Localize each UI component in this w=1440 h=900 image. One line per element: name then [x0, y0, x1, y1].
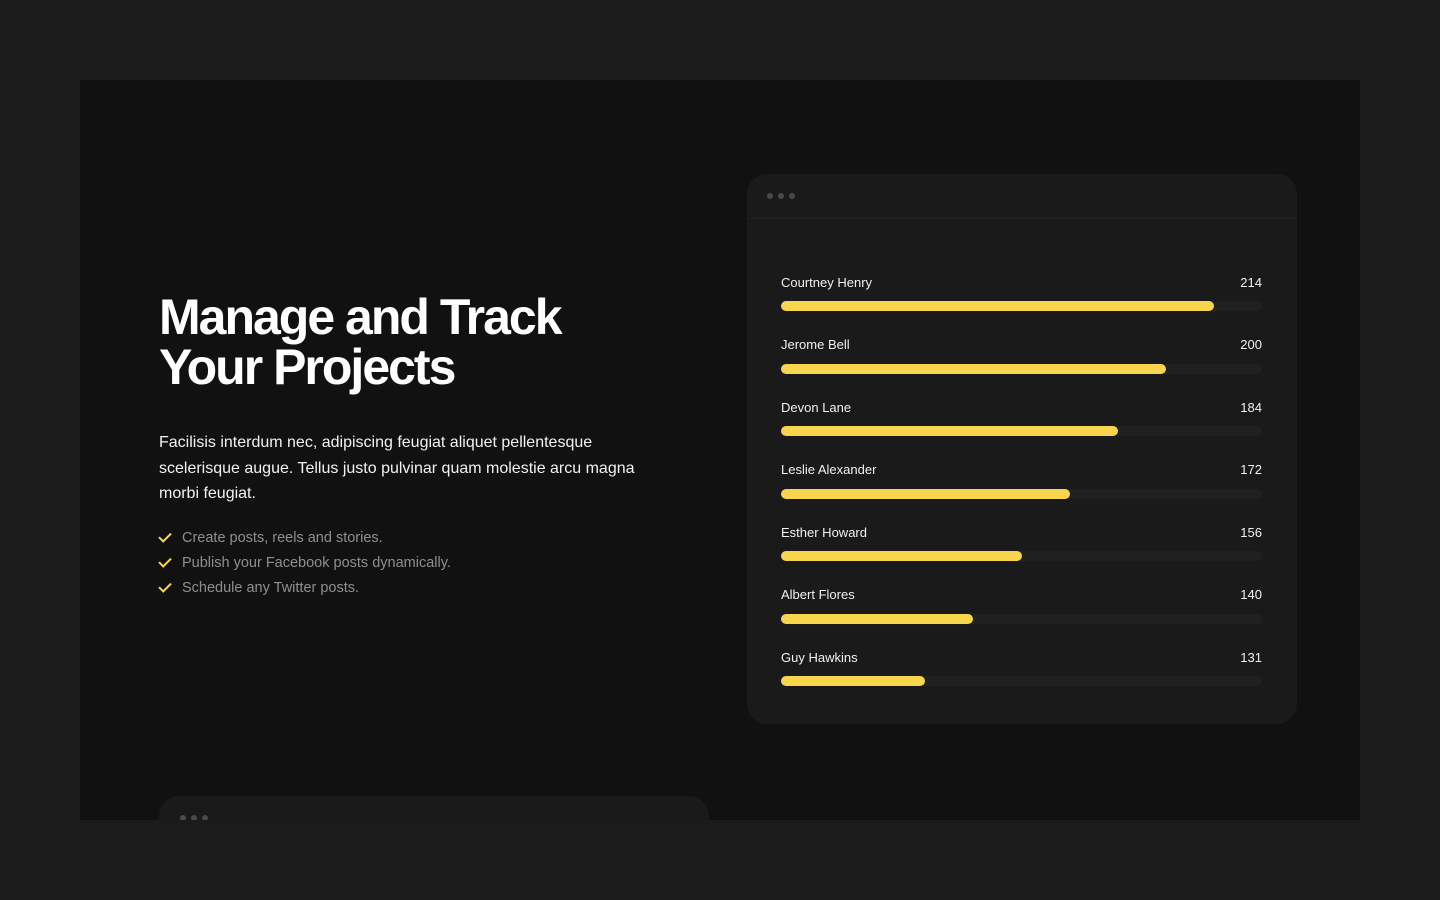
row-value: 140 — [1240, 587, 1262, 602]
leaderboard-row: Leslie Alexander 172 — [781, 462, 1262, 525]
window-dot — [778, 193, 784, 199]
row-name: Esther Howard — [781, 524, 867, 540]
feature-item: Schedule any Twitter posts. — [158, 575, 451, 600]
window-dot — [202, 815, 208, 820]
row-value: 156 — [1240, 524, 1262, 540]
hero-title-line-1: Manage and Track — [159, 289, 563, 345]
progress-track — [781, 488, 1262, 499]
progress-track — [781, 426, 1262, 436]
progress-track — [781, 363, 1262, 374]
row-value: 172 — [1240, 462, 1262, 477]
feature-label: Schedule any Twitter posts. — [182, 579, 360, 596]
row-name: Jerome Bell — [781, 337, 850, 352]
progress-fill — [781, 363, 1166, 374]
progress-fill — [781, 551, 1022, 561]
hero-section: Manage and Track Your Projects Facilisis… — [80, 80, 1360, 820]
leaderboard-list: Courtney Henry 214 Jerome Bell 200 Devon… — [747, 219, 1297, 712]
leaderboard-card: Courtney Henry 214 Jerome Bell 200 Devon… — [747, 174, 1297, 724]
feature-list: Create posts, reels and stories. Publish… — [158, 525, 451, 600]
feature-label: Create posts, reels and stories. — [182, 529, 383, 546]
progress-track — [781, 301, 1262, 311]
feature-item: Publish your Facebook posts dynamically. — [158, 550, 451, 575]
hero-description: Facilisis interdum nec, adipiscing feugi… — [159, 434, 635, 502]
hero-title-line-2: Your Projects — [159, 339, 456, 395]
progress-track — [781, 676, 1262, 686]
leaderboard-row: Courtney Henry 214 — [781, 274, 1262, 337]
progress-fill — [781, 613, 974, 624]
progress-fill — [781, 426, 1118, 436]
leaderboard-row: Albert Flores 140 — [781, 587, 1262, 650]
row-name: Devon Lane — [781, 399, 852, 415]
leaderboard-row: Esther Howard 156 — [781, 524, 1262, 587]
feature-item: Create posts, reels and stories. — [158, 525, 451, 550]
row-name: Albert Flores — [781, 587, 855, 602]
hero-title: Manage and Track Your Projects — [159, 292, 679, 392]
row-name: Leslie Alexander — [781, 462, 877, 477]
window-dot — [789, 193, 795, 199]
leaderboard-row: Devon Lane 184 — [781, 399, 1262, 462]
window-dot — [767, 193, 773, 199]
progress-fill — [781, 488, 1070, 499]
check-icon — [158, 554, 172, 568]
row-value: 200 — [1240, 337, 1262, 352]
progress-track — [781, 613, 1262, 624]
row-value: 131 — [1240, 649, 1262, 665]
secondary-card — [159, 796, 709, 820]
leaderboard-row: Jerome Bell 200 — [781, 337, 1262, 400]
progress-fill — [781, 676, 926, 686]
check-icon — [158, 579, 172, 593]
row-value: 214 — [1240, 274, 1262, 290]
row-value: 184 — [1240, 399, 1262, 415]
progress-track — [781, 551, 1262, 561]
window-titlebar — [747, 174, 1297, 219]
window-dot — [180, 815, 186, 820]
progress-fill — [781, 301, 1214, 311]
row-name: Guy Hawkins — [781, 649, 858, 665]
feature-label: Publish your Facebook posts dynamically. — [182, 554, 451, 571]
window-dot — [191, 815, 197, 820]
row-name: Courtney Henry — [781, 274, 873, 290]
check-icon — [158, 529, 172, 543]
window-titlebar — [159, 796, 709, 820]
leaderboard-row: Guy Hawkins 131 — [781, 649, 1262, 712]
